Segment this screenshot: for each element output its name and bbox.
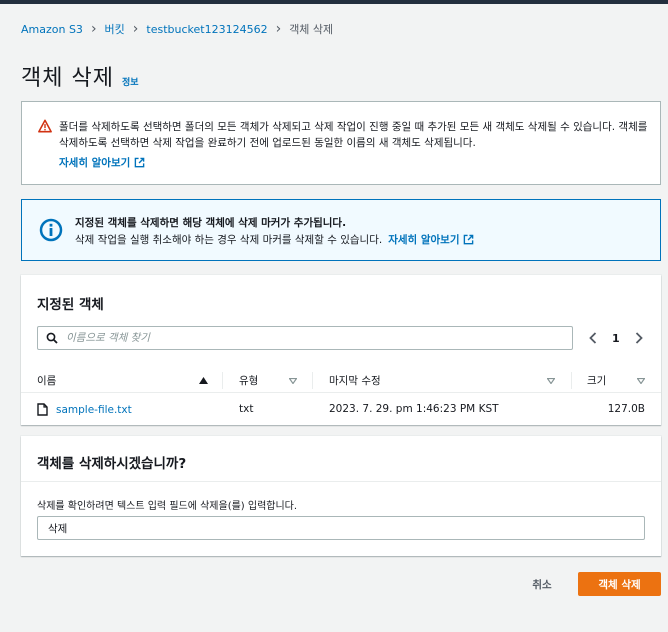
specified-objects-heading: 지정된 객체: [37, 297, 104, 313]
file-name-link[interactable]: sample-file.txt: [56, 404, 132, 416]
sort-caret-icon[interactable]: [547, 378, 555, 384]
page-title: 객체 삭제: [21, 66, 114, 91]
chevron-right-icon: ›: [90, 21, 97, 37]
breadcrumb-buckets[interactable]: 버킷: [105, 21, 125, 37]
warning-text: 폴더를 삭제하도록 선택하면 폴더의 모든 객체가 삭제되고 삭제 작업이 진행…: [59, 121, 648, 149]
warning-learn-more-link[interactable]: 자세히 알아보기: [59, 155, 145, 170]
next-page-button[interactable]: [632, 330, 646, 346]
breadcrumb-current: 객체 삭제: [289, 23, 334, 36]
column-header-last-modified[interactable]: 마지막 수정: [329, 373, 381, 388]
warning-alert: 폴더를 삭제하도록 선택하면 폴더의 모든 객체가 삭제되고 삭제 작업이 진행…: [21, 101, 661, 185]
confirm-delete-panel: 객체를 삭제하시겠습니까? 삭제를 확인하려면 텍스트 입력 필드에 삭제을(를…: [21, 436, 661, 556]
search-icon: [46, 332, 58, 344]
info-description: 삭제 작업을 실행 취소해야 하는 경우 삭제 마커를 삭제할 수 있습니다. …: [75, 232, 474, 247]
confirm-delete-input[interactable]: [37, 516, 645, 540]
breadcrumb: Amazon S3 › 버킷 › testbucket123124562 › 객…: [21, 21, 333, 37]
size-cell: 127.0B: [607, 403, 645, 415]
search-box: [37, 326, 573, 350]
column-header-name[interactable]: 이름: [37, 373, 56, 388]
column-divider: [312, 372, 313, 389]
sort-caret-icon[interactable]: [289, 378, 297, 384]
info-title: 지정된 객체를 삭제하면 해당 객체에 삭제 마커가 추가됩니다.: [75, 217, 347, 229]
info-icon: [39, 218, 63, 242]
file-type-cell: txt: [239, 403, 254, 415]
chevron-left-icon: [589, 332, 597, 344]
top-nav-bar: [0, 0, 668, 4]
search-input[interactable]: [66, 332, 572, 344]
page-header: 객체 삭제 정보: [21, 60, 139, 92]
table-header: 이름 유형 마지막 수정 크기: [21, 369, 661, 393]
info-learn-more-link[interactable]: 자세히 알아보기: [388, 232, 474, 247]
cancel-button[interactable]: 취소: [519, 572, 565, 596]
external-link-icon: [134, 157, 145, 168]
column-header-type[interactable]: 유형: [239, 373, 258, 388]
sort-caret-icon[interactable]: [637, 378, 645, 384]
warning-icon: [38, 119, 52, 133]
pagination: 1: [586, 330, 646, 346]
column-divider: [571, 372, 572, 389]
confirm-label: 삭제를 확인하려면 텍스트 입력 필드에 삭제을(를) 입력합니다.: [37, 501, 298, 512]
delete-objects-button[interactable]: 객체 삭제: [578, 572, 661, 596]
confirm-heading: 객체를 삭제하시겠습니까?: [37, 456, 187, 472]
sort-ascending-icon[interactable]: [199, 377, 208, 384]
divider: [21, 481, 661, 482]
column-divider: [222, 372, 223, 389]
previous-page-button[interactable]: [586, 330, 600, 346]
info-link[interactable]: 정보: [122, 75, 139, 88]
last-modified-cell: 2023. 7. 29. pm 1:46:23 PM KST: [329, 403, 499, 415]
column-header-size[interactable]: 크기: [587, 373, 606, 388]
chevron-right-icon: [635, 332, 643, 344]
breadcrumb-amazon-s3[interactable]: Amazon S3: [21, 23, 83, 36]
info-learn-more-label: 자세히 알아보기: [388, 234, 460, 246]
info-description-text: 삭제 작업을 실행 취소해야 하는 경우 삭제 마커를 삭제할 수 있습니다.: [75, 234, 383, 246]
table-row: sample-file.txt txt 2023. 7. 29. pm 1:46…: [21, 400, 661, 420]
breadcrumb-bucket[interactable]: testbucket123124562: [146, 23, 267, 36]
chevron-right-icon: ›: [132, 21, 139, 37]
external-link-icon: [464, 234, 474, 245]
current-page-number[interactable]: 1: [612, 332, 620, 345]
file-icon: [37, 403, 48, 416]
info-alert: 지정된 객체를 삭제하면 해당 객체에 삭제 마커가 추가됩니다. 삭제 작업을…: [21, 199, 661, 261]
chevron-right-icon: ›: [275, 21, 282, 37]
specified-objects-panel: 지정된 객체 1 이름 유형 마지막 수정 크기: [21, 275, 661, 425]
warning-learn-more-label: 자세히 알아보기: [59, 157, 131, 169]
file-name-cell[interactable]: sample-file.txt: [37, 403, 132, 416]
